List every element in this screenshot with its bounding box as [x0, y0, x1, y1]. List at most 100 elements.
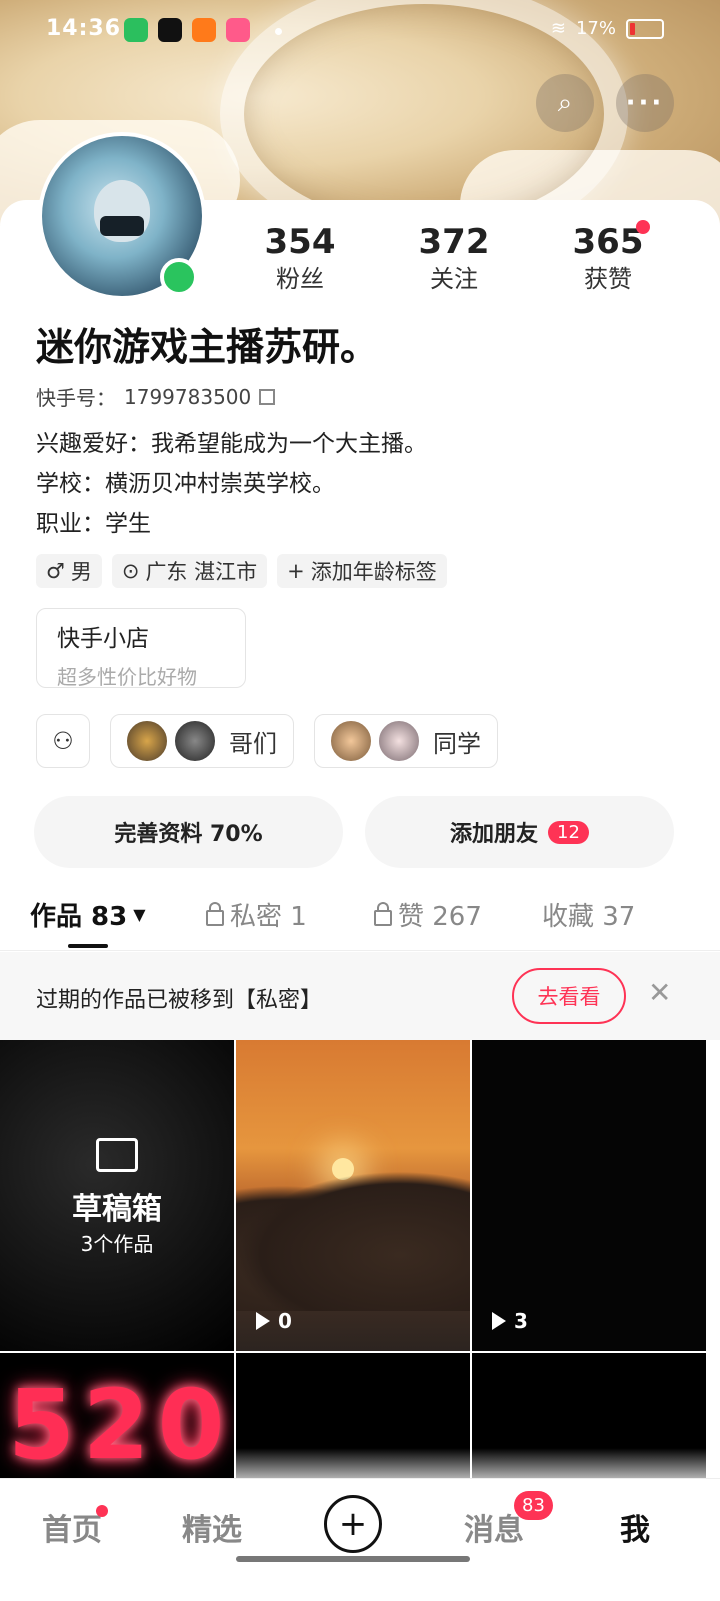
stat-likes[interactable]: 365 获赞 [548, 222, 668, 296]
go-see-button[interactable]: 去看看 [512, 968, 626, 1024]
play-icon [256, 1312, 270, 1330]
play-icon [492, 1312, 506, 1330]
tab-private[interactable]: 私密 1 [206, 896, 307, 933]
play-count: 3 [492, 1309, 528, 1333]
content-tabs: 作品 83 ▼ 私密 1 赞 267 收藏 37 [0, 890, 720, 951]
tab-favorites-label: 收藏 37 [542, 902, 636, 932]
shop-subtitle: 超多性价比好物 [57, 665, 197, 689]
caret-down-icon: ▼ [133, 905, 146, 924]
nav-home[interactable]: 首页 [42, 1505, 102, 1549]
wifi-icon: ≋ [550, 18, 566, 39]
profile-tags: ♂ 男 ⊙ 广东 湛江市 + 添加年龄标签 [36, 554, 447, 588]
group-member-avatar [377, 719, 421, 763]
app-notification-icon [192, 18, 216, 42]
app-notification-icon [158, 18, 182, 42]
kuaishou-id-value: 1799783500 [124, 384, 252, 409]
drafts-tile[interactable]: 草稿箱 3个作品 [0, 1040, 234, 1351]
lock-icon [206, 901, 224, 926]
search-icon: ⌕ [557, 87, 573, 118]
profile-name: 迷你游戏主播苏研。 [36, 325, 379, 369]
battery-percent: 17% [575, 18, 616, 39]
group-name: 哥们 [229, 729, 277, 758]
nav-me[interactable]: 我 [620, 1505, 650, 1549]
avatar-mask [100, 216, 144, 236]
male-icon: ♂ [46, 559, 65, 583]
likes-new-dot [636, 220, 650, 234]
tile-520-text: 520 [8, 1369, 233, 1481]
play-count: 0 [256, 1309, 292, 1333]
stat-likes-count: 365 [572, 222, 644, 262]
location-icon: ⊙ [121, 559, 140, 583]
tab-private-label: 私密 1 [230, 902, 307, 932]
complete-profile-label: 完善资料 70% [114, 822, 263, 847]
app-notification-icon [124, 18, 148, 42]
play-count-value: 0 [278, 1309, 292, 1333]
qr-code-icon[interactable] [259, 388, 276, 405]
nav-featured[interactable]: 精选 [182, 1505, 242, 1549]
tag-gender-text: 男 [70, 560, 92, 584]
notice-text: 过期的作品已被移到【私密】 [36, 988, 323, 1013]
folder-icon [96, 1138, 138, 1172]
stat-fans[interactable]: 354 粉丝 [240, 222, 360, 296]
group-buddies[interactable]: 哥们 [110, 714, 294, 768]
video-tile[interactable]: 0 [236, 1040, 470, 1351]
video-tile[interactable] [236, 1353, 470, 1489]
stat-following[interactable]: 372 关注 [394, 222, 514, 296]
close-icon[interactable]: ✕ [648, 976, 671, 1009]
more-button[interactable]: ··· [616, 74, 674, 132]
expired-works-notice: 过期的作品已被移到【私密】 去看看 ✕ [0, 952, 720, 1040]
drafts-count: 3个作品 [80, 1232, 154, 1256]
tag-gender[interactable]: ♂ 男 [36, 554, 102, 588]
tab-works-label: 作品 83 [30, 902, 128, 932]
battery-icon [626, 18, 664, 39]
stat-following-count: 372 [418, 222, 490, 262]
add-friends-label: 添加朋友 [450, 822, 539, 847]
status-right: ≋ 17% [551, 18, 664, 39]
lock-icon [374, 901, 392, 926]
bottom-nav: 首页 精选 + 消息 83 我 [0, 1478, 720, 1601]
stat-fans-count: 354 [264, 222, 336, 262]
group-member-avatar [329, 719, 373, 763]
stat-fans-label: 粉丝 [276, 265, 324, 293]
friend-groups: ⚇ 哥们 同学 [36, 714, 498, 768]
status-time: 14:36 [46, 16, 122, 41]
stat-likes-label: 获赞 [584, 265, 632, 293]
tab-liked[interactable]: 赞 267 [374, 896, 482, 933]
more-notifications-dot [275, 28, 282, 35]
drafts-title: 草稿箱 [72, 1192, 162, 1227]
complete-profile-button[interactable]: 完善资料 70% [34, 796, 343, 868]
home-indicator[interactable] [236, 1556, 470, 1562]
search-button[interactable]: ⌕ [536, 74, 594, 132]
app-notification-icon [226, 18, 250, 42]
group-name: 同学 [433, 729, 481, 758]
video-tile[interactable]: 520 [0, 1353, 234, 1489]
profile-actions: 完善资料 70% 添加朋友 12 [34, 796, 674, 868]
home-new-dot [96, 1505, 108, 1517]
create-button[interactable]: + [324, 1495, 382, 1553]
add-friends-badge: 12 [548, 820, 589, 844]
bio-line: 职业：学生 [36, 511, 151, 537]
tag-add-age[interactable]: + 添加年龄标签 [277, 554, 447, 588]
group-member-avatar [173, 719, 217, 763]
shop-title: 快手小店 [57, 626, 149, 652]
kuaishou-id[interactable]: 快手号： 1799783500 [36, 382, 276, 411]
tab-works[interactable]: 作品 83 ▼ [30, 896, 146, 933]
notification-icons [124, 18, 250, 42]
add-group-button[interactable]: ⚇ [36, 714, 90, 768]
plus-icon: + [287, 559, 305, 583]
tag-location[interactable]: ⊙ 广东 湛江市 [111, 554, 268, 588]
online-status-dot [160, 258, 198, 296]
tab-liked-label: 赞 267 [398, 902, 482, 932]
group-classmates[interactable]: 同学 [314, 714, 498, 768]
video-tile[interactable] [472, 1353, 706, 1489]
tag-location-text: 广东 湛江市 [145, 560, 258, 584]
tag-add-age-text: 添加年龄标签 [310, 560, 437, 584]
add-friends-button[interactable]: 添加朋友 12 [365, 796, 674, 868]
tab-favorites[interactable]: 收藏 37 [542, 896, 635, 933]
stat-following-label: 关注 [430, 265, 478, 293]
status-bar: 14:36 ≋ 17% [0, 0, 720, 60]
kuaishou-id-label: 快手号： [36, 386, 116, 410]
video-tile[interactable]: 3 [472, 1040, 706, 1351]
bio-line: 兴趣爱好：我希望能成为一个大主播。 [36, 431, 427, 457]
kuaishou-shop-card[interactable]: 快手小店 超多性价比好物 [36, 608, 246, 689]
